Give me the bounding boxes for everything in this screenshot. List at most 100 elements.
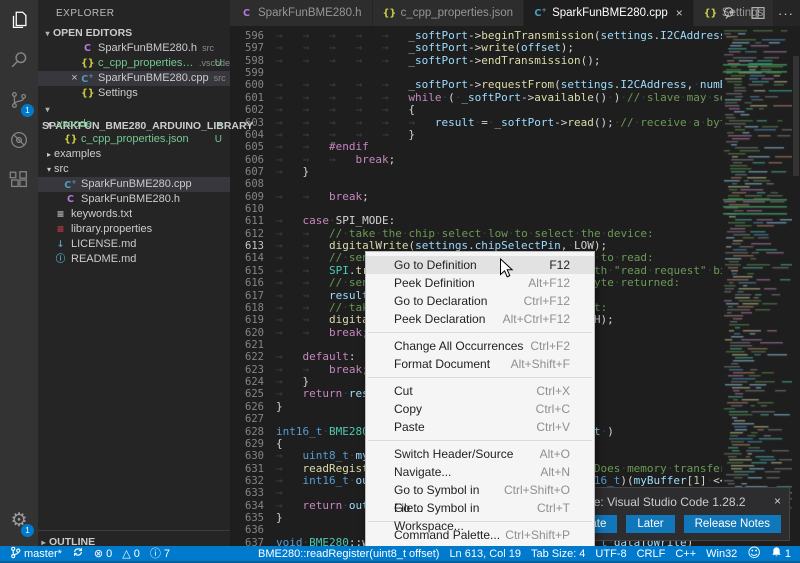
c-header-file-icon: C — [64, 192, 77, 207]
encoding[interactable]: UTF-8 — [590, 548, 631, 560]
activity-debug-button[interactable] — [0, 120, 38, 160]
tree-file-item[interactable]: ⓘREADME.md — [38, 252, 230, 267]
git-branch-status[interactable]: master* — [5, 546, 67, 562]
license-file-icon: ↓ — [54, 237, 67, 252]
extensions-icon — [8, 169, 30, 191]
tree-file-item[interactable]: ↓LICENSE.md — [38, 237, 230, 252]
editor-scrollbar[interactable] — [792, 26, 800, 546]
menu-item-go-to-symbol-in-workspace-[interactable]: Go to Symbol in Workspace...Ctrl+T — [366, 499, 594, 517]
menu-item-switch-header-source[interactable]: Switch Header/SourceAlt+O — [366, 445, 594, 463]
tree-file-item[interactable]: {}c_cpp_properties.jsonU — [38, 132, 230, 147]
info-status[interactable]: ⓘ7 — [145, 548, 175, 560]
tree-folder-item[interactable]: ▾.vscode● — [38, 117, 230, 132]
language-mode[interactable]: C++ — [670, 548, 701, 560]
code-line[interactable]: 598→→→→→_softPort->endTransmission(); — [230, 55, 722, 67]
activity-bar: 1 ⚙ 1 — [0, 0, 38, 546]
menu-item-copy[interactable]: CopyCtrl+C — [366, 400, 594, 418]
activity-search-button[interactable] — [0, 40, 38, 80]
menu-item-peek-definition[interactable]: Peek DefinitionAlt+F12 — [366, 274, 594, 292]
tab-c_cpp_properties.json[interactable]: {}c_cpp_properties.json — [373, 0, 525, 26]
activity-explorer-button[interactable] — [0, 0, 38, 40]
line-number: 624 — [230, 376, 264, 388]
line-number: 622 — [230, 351, 264, 363]
text-file-icon: ≡ — [54, 207, 67, 222]
tree-file-item[interactable]: ≡keywords.txt — [38, 207, 230, 222]
eol[interactable]: CRLF — [632, 548, 671, 560]
c-header-file-icon: C — [240, 8, 253, 19]
tree-file-item[interactable]: ≡library.properties — [38, 222, 230, 237]
platform[interactable]: Win32 — [701, 548, 742, 560]
tab-SparkFunBME280.h[interactable]: CSparkFunBME280.h — [230, 0, 373, 26]
menu-item-navigate-[interactable]: Navigate...Alt+N — [366, 463, 594, 481]
workspace-header[interactable]: ▾SPARKFUN_BME280_ARDUINO_LIBRARY — [38, 101, 230, 117]
chevron-down-icon: ▾ — [42, 26, 53, 42]
current-symbol[interactable]: BME280::readRegister(uint8_t offset) — [253, 548, 444, 560]
scrollbar-thumb[interactable] — [793, 56, 799, 176]
shortcut-label: Ctrl+T — [537, 499, 570, 517]
open-editor-item[interactable]: {}c_cpp_properties.json.vscodeU — [38, 56, 230, 71]
line-number: 601 — [230, 92, 264, 104]
chevron-right-icon: ▸ — [44, 147, 54, 162]
tree-folder-item[interactable]: ▾src — [38, 162, 230, 177]
shortcut-label: Ctrl+F2 — [530, 337, 570, 355]
outline-header[interactable]: ▸OUTLINE — [38, 530, 230, 546]
shortcut-label: Alt+Ctrl+F12 — [503, 310, 570, 328]
settings-gear-button[interactable]: ⚙ 1 — [0, 500, 38, 540]
minimap[interactable] — [722, 26, 792, 546]
menu-item-format-document[interactable]: Format DocumentAlt+Shift+F — [366, 355, 594, 373]
activity-source-control-button[interactable]: 1 — [0, 80, 38, 120]
open-editor-item[interactable]: CSparkFunBME280.hsrc — [38, 41, 230, 56]
menu-item-peek-declaration[interactable]: Peek DeclarationAlt+Ctrl+F12 — [366, 310, 594, 328]
menu-item-paste[interactable]: PasteCtrl+V — [366, 418, 594, 436]
release-notes-button[interactable]: Release Notes — [684, 515, 781, 533]
menu-separator — [368, 440, 592, 441]
line-number: 621 — [230, 339, 264, 351]
activity-extensions-button[interactable] — [0, 160, 38, 200]
editor-actions: ··· — [721, 0, 794, 26]
code-line[interactable]: 608 — [230, 178, 722, 190]
git-branch-icon — [10, 546, 21, 562]
line-number: 606 — [230, 154, 264, 166]
feedback[interactable]: ☺ — [742, 547, 766, 560]
cursor-position[interactable]: Ln 613, Col 19 — [444, 548, 526, 560]
tree-file-item[interactable]: CSparkFunBME280.h — [38, 192, 230, 207]
json-file-icon: {} — [704, 8, 717, 19]
tab-size[interactable]: Tab Size: 4 — [526, 548, 590, 560]
code-line[interactable]: 607→} — [230, 166, 722, 178]
line-number: 597 — [230, 42, 264, 54]
source-control-badge: 1 — [21, 104, 34, 117]
menu-item-go-to-declaration[interactable]: Go to DeclarationCtrl+F12 — [366, 292, 594, 310]
open-editors-header[interactable]: ▾OPEN EDITORS — [38, 25, 230, 41]
code-line[interactable]: 609→→break; — [230, 191, 722, 203]
menu-item-go-to-definition[interactable]: Go to DefinitionF12 — [366, 256, 594, 274]
line-number: 598 — [230, 55, 264, 67]
shortcut-label: Alt+O — [540, 445, 570, 463]
tree-file-item[interactable]: C+SparkFunBME280.cpp — [38, 177, 230, 192]
sync-status[interactable] — [67, 546, 89, 561]
tab-SparkFunBME280.cpp[interactable]: C+SparkFunBME280.cpp× — [524, 0, 694, 26]
menu-item-go-to-symbol-in-file-[interactable]: Go to Symbol in File...Ctrl+Shift+O — [366, 481, 594, 499]
split-editor-icon[interactable] — [750, 5, 766, 21]
menu-item-cut[interactable]: CutCtrl+X — [366, 382, 594, 400]
json-file-icon: {} — [81, 56, 94, 71]
errors-status[interactable]: ⊗0 — [89, 548, 117, 560]
code-line[interactable]: 605→→#endif — [230, 141, 722, 153]
shortcut-label: Ctrl+F12 — [524, 292, 570, 310]
open-editor-item[interactable]: {}Settings — [38, 86, 230, 101]
notifications-bell[interactable]: 1 — [766, 546, 796, 561]
open-changes-icon[interactable] — [721, 5, 738, 22]
menu-item-command-palette-[interactable]: Command Palette...Ctrl+Shift+P — [366, 526, 594, 544]
open-editor-item[interactable]: ×C+SparkFunBME280.cppsrc — [38, 71, 230, 86]
close-icon[interactable]: × — [774, 494, 781, 508]
warnings-status[interactable]: △0 — [117, 548, 145, 560]
line-number: 629 — [230, 438, 264, 450]
menu-item-change-all-occurrences[interactable]: Change All OccurrencesCtrl+F2 — [366, 337, 594, 355]
close-icon[interactable]: × — [676, 6, 683, 20]
close-icon[interactable]: × — [68, 71, 81, 86]
line-number: 620 — [230, 327, 264, 339]
more-actions-icon[interactable]: ··· — [778, 6, 794, 21]
line-number: 609 — [230, 191, 264, 203]
cpp-file-icon: C+ — [64, 177, 77, 192]
later-button[interactable]: Later — [626, 515, 674, 533]
tree-folder-item[interactable]: ▸examples — [38, 147, 230, 162]
